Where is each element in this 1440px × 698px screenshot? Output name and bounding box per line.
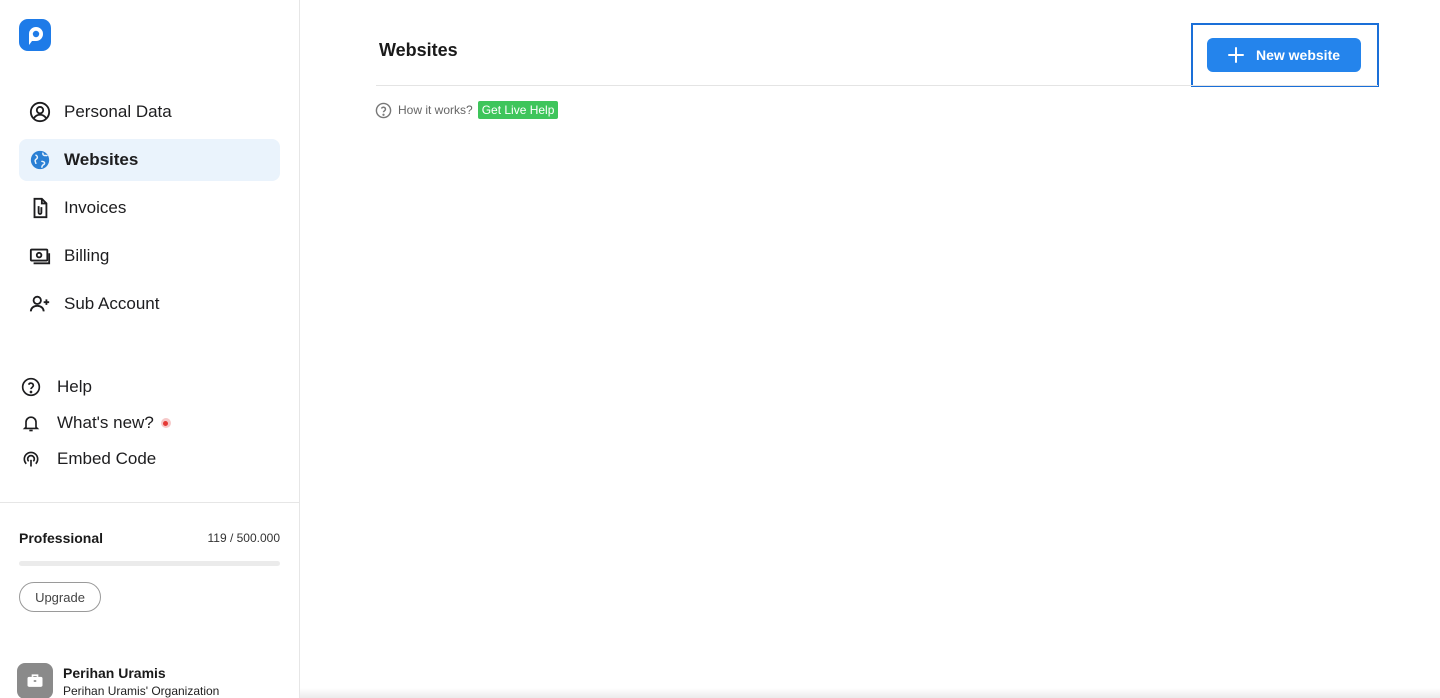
new-website-label: New website	[1255, 47, 1341, 63]
sidebar-item-label: Embed Code	[57, 449, 157, 468]
sidebar-item-label: Websites	[64, 150, 139, 169]
sidebar-item-label: Sub Account	[64, 294, 160, 313]
bottom-fade	[300, 688, 1440, 698]
sidebar-item-label: Help	[57, 377, 92, 396]
plus-icon	[1227, 47, 1244, 63]
add-user-icon	[28, 292, 52, 316]
globe-icon	[28, 148, 52, 172]
upgrade-button[interactable]: Upgrade	[19, 582, 101, 612]
plan-name: Professional	[19, 530, 104, 546]
sidebar-divider	[0, 502, 299, 503]
sidebar-item-billing[interactable]: Billing	[19, 235, 280, 277]
plan-usage-bar	[19, 561, 280, 566]
sidebar-item-label: Billing	[64, 246, 110, 265]
app-root: Personal Data Websites Invoices Billing …	[0, 0, 1440, 698]
get-live-help-button[interactable]: Get Live Help	[477, 101, 559, 119]
sidebar-item-invoices[interactable]: Invoices	[19, 187, 280, 229]
sidebar-secondary: Help What's new? Embed Code	[19, 369, 280, 477]
plan-panel: Professional 119 / 500.000 Upgrade	[19, 530, 280, 612]
billing-icon	[28, 244, 52, 268]
bell-icon	[19, 411, 43, 435]
sidebar-item-websites[interactable]: Websites	[19, 139, 280, 181]
briefcase-icon	[17, 663, 53, 698]
main-content: Websites New website How it works? Get L…	[300, 0, 1440, 698]
sidebar-nav: Personal Data Websites Invoices Billing …	[19, 91, 280, 331]
sidebar-item-whats-new[interactable]: What's new?	[19, 405, 280, 441]
sidebar-item-help[interactable]: Help	[19, 369, 280, 405]
how-it-works-row: How it works? Get Live Help	[375, 101, 559, 119]
new-website-button[interactable]: New website	[1207, 38, 1361, 72]
how-it-works-link[interactable]: How it works?	[398, 103, 473, 117]
app-logo-icon[interactable]	[19, 19, 51, 51]
sidebar: Personal Data Websites Invoices Billing …	[0, 0, 300, 698]
plan-usage: 119 / 500.000	[207, 531, 280, 545]
user-organization: Perihan Uramis' Organization	[63, 684, 220, 698]
user-name: Perihan Uramis	[63, 665, 166, 681]
notification-dot	[160, 418, 171, 428]
user-profile[interactable]: Perihan Uramis Perihan Uramis' Organizat…	[17, 663, 219, 698]
sidebar-item-label: What's new?	[57, 413, 154, 432]
user-circle-icon	[28, 100, 52, 124]
question-circle-icon	[19, 375, 43, 399]
sidebar-item-personal-data[interactable]: Personal Data	[19, 91, 280, 133]
sidebar-item-sub-account[interactable]: Sub Account	[19, 283, 280, 325]
sidebar-item-label: Personal Data	[64, 102, 172, 121]
header-divider	[376, 85, 1378, 86]
question-circle-icon	[375, 102, 392, 118]
sidebar-item-embed-code[interactable]: Embed Code	[19, 441, 280, 477]
broadcast-icon	[19, 447, 43, 471]
invoice-icon	[28, 196, 52, 220]
page-title: Websites	[379, 40, 458, 60]
sidebar-item-label: Invoices	[64, 198, 127, 217]
